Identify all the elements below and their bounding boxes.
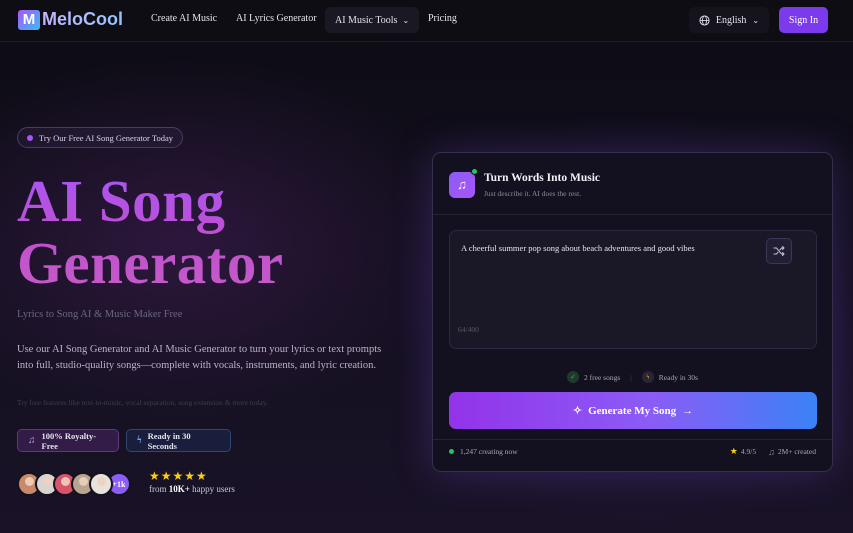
card-meta-row: ✓ 2 free songs | ϟ Ready in 30s	[433, 371, 832, 383]
char-count: 64/400	[458, 325, 479, 334]
generate-label: Generate My Song	[588, 404, 677, 417]
logo[interactable]: M MeloCool	[18, 9, 123, 30]
logo-mark-icon: M	[18, 9, 40, 30]
hero-subtitle: Lyrics to Song AI & Music Maker Free	[17, 309, 183, 320]
free-songs-info: ✓ 2 free songs	[567, 371, 620, 383]
users-count: 10K+	[168, 484, 190, 494]
card-stats: ★ 4.9/5 ♫ 2M+ created	[730, 446, 816, 457]
hero-hint: Try free features like text-to-music, vo…	[17, 398, 268, 407]
created-stat: ♫ 2M+ created	[768, 447, 816, 457]
card-title: Turn Words Into Music	[484, 172, 600, 184]
users-suffix: happy users	[189, 484, 235, 494]
users-prefix: from	[149, 484, 169, 494]
royalty-free-label: 100% Royalty-Free	[41, 430, 97, 451]
rating-stat: ★ 4.9/5	[730, 446, 756, 457]
rating-label: 4.9/5	[740, 447, 757, 456]
chevron-down-icon: ⌄	[752, 15, 760, 25]
nav-create-ai-music[interactable]: Create AI Music	[151, 13, 217, 24]
nav-ai-lyrics-generator[interactable]: AI Lyrics Generator	[236, 13, 317, 24]
card-subtitle: Just describe it. AI does the rest.	[484, 189, 582, 198]
song-generator-card: ♫ Turn Words Into Music Just describe it…	[432, 152, 833, 472]
star-icon: ★	[729, 446, 738, 456]
language-selector[interactable]: English ⌄	[689, 7, 769, 33]
lightning-icon: ϟ	[641, 371, 654, 383]
shuffle-icon	[773, 246, 785, 256]
globe-icon	[699, 14, 710, 26]
hero-badge[interactable]: Try Our Free AI Song Generator Today	[17, 127, 183, 148]
hero-title-line1: AI Song	[17, 168, 226, 234]
sign-in-button[interactable]: Sign In	[779, 7, 828, 33]
meta-divider: |	[630, 372, 632, 382]
ready-info: ϟ Ready in 30s	[641, 371, 698, 383]
music-note-icon: ♫	[28, 435, 36, 446]
arrow-right-icon: →	[682, 404, 694, 417]
music-note-icon: ♫	[449, 172, 475, 198]
user-avatars: +1k	[17, 472, 131, 496]
hero-badge-label: Try Our Free AI Song Generator Today	[39, 132, 173, 143]
live-dot-icon	[449, 449, 454, 454]
shuffle-button[interactable]	[766, 238, 792, 264]
divider	[433, 439, 832, 440]
created-label: 2M+ created	[777, 447, 816, 456]
prompt-text: A cheerful summer pop song about beach a…	[461, 243, 695, 253]
creating-now-status: 1,247 creating now	[449, 447, 518, 456]
sparkle-icon: ✧	[572, 405, 583, 417]
hero-title-line2: Generator	[17, 230, 284, 296]
royalty-free-chip: ♫ 100% Royalty-Free	[17, 429, 119, 452]
free-songs-label: 2 free songs	[584, 372, 621, 382]
rating-stars: ★★★★★	[149, 469, 208, 483]
language-label: English	[715, 14, 747, 26]
music-note-icon: ♫	[768, 446, 775, 457]
top-navbar: M MeloCool Create AI Music AI Lyrics Gen…	[0, 0, 853, 42]
ready-label: Ready in 30s	[658, 372, 698, 382]
nav-ai-music-tools-label: AI Music Tools	[335, 14, 398, 26]
divider	[433, 214, 832, 215]
avatar	[89, 472, 113, 496]
happy-users-text: from 10K+ happy users	[149, 484, 235, 494]
check-icon: ✓	[567, 371, 580, 383]
badge-dot-icon	[27, 134, 33, 141]
chevron-down-icon: ⌄	[402, 15, 410, 25]
hero-description: Use our AI Song Generator and AI Music G…	[17, 344, 382, 371]
logo-text: MeloCool	[42, 9, 123, 29]
nav-pricing[interactable]: Pricing	[428, 13, 457, 24]
hero-title: AI Song Generator	[17, 170, 337, 294]
online-status-dot	[471, 168, 478, 175]
ready-30s-label: Ready in 30 Seconds	[147, 430, 191, 451]
lightning-icon: ϟ	[137, 435, 142, 446]
generate-song-button[interactable]: ✧ Generate My Song →	[449, 392, 817, 429]
nav-ai-music-tools-dropdown[interactable]: AI Music Tools ⌄	[325, 7, 420, 33]
ready-30s-chip: ϟ Ready in 30 Seconds	[126, 429, 231, 452]
prompt-textarea[interactable]: A cheerful summer pop song about beach a…	[449, 230, 817, 349]
creating-now-label: 1,247 creating now	[460, 447, 518, 456]
